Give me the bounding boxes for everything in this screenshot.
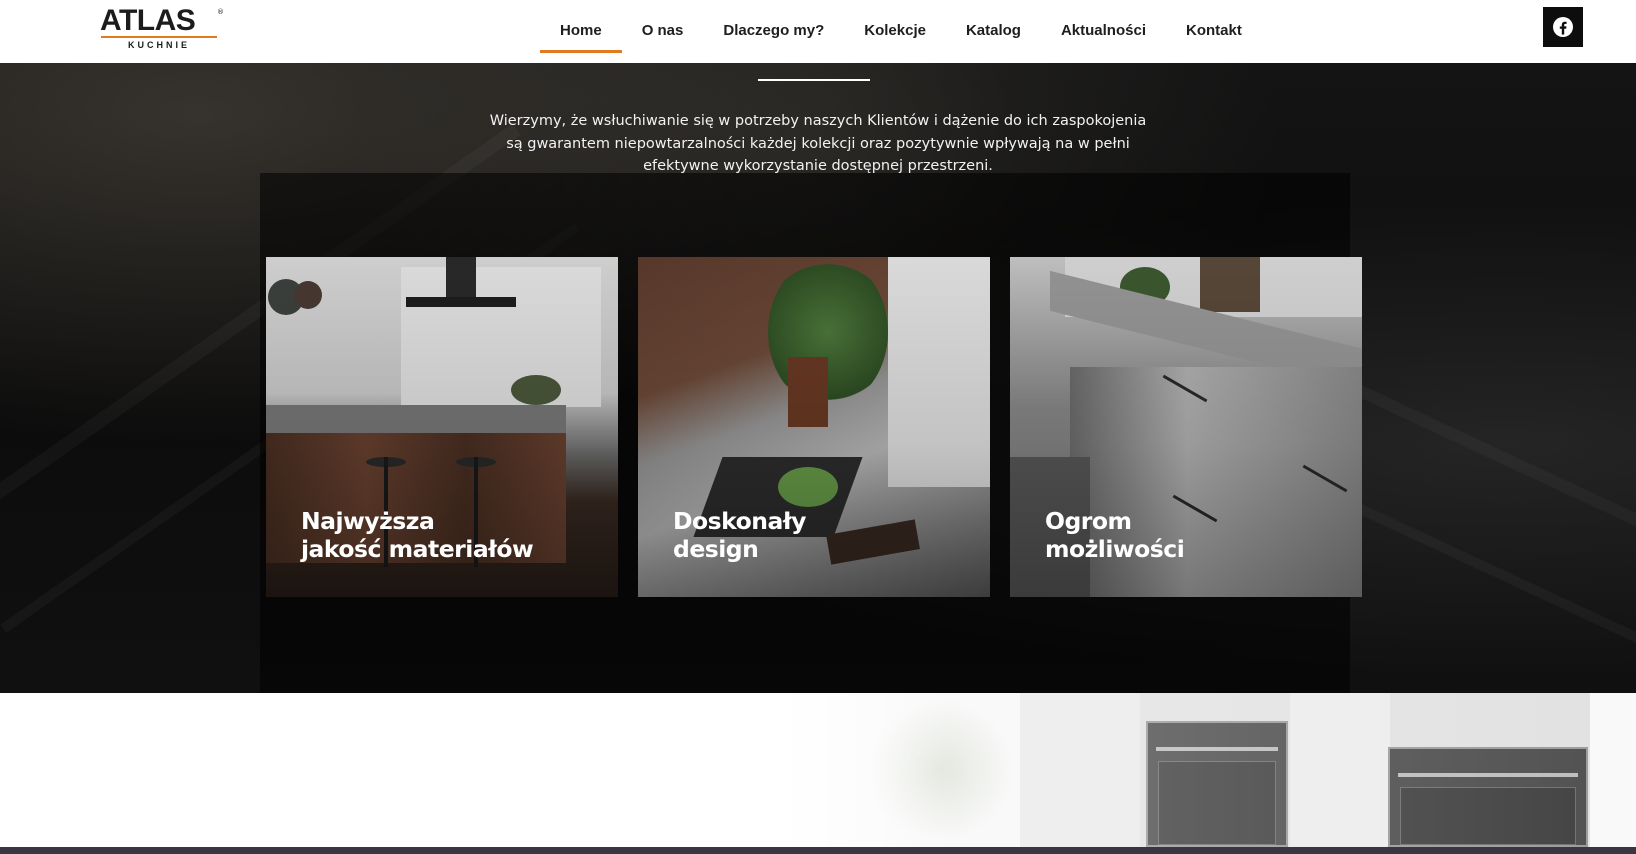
nav-item-o-nas[interactable]: O nas: [622, 0, 704, 60]
card-title-line: jakość materiałów: [301, 535, 534, 563]
feature-card-design[interactable]: Doskonały design: [638, 257, 990, 597]
feature-cards: Najwyższa jakość materiałów Doskonały de…: [266, 257, 1364, 597]
nav-item-katalog[interactable]: Katalog: [946, 0, 1041, 60]
main-nav: Home O nas Dlaczego my? Kolekcje Katalog…: [540, 0, 1262, 63]
hero-intro-text: Wierzymy, że wsłuchiwanie się w potrzeby…: [489, 113, 1147, 174]
hero-section: Wierzymy, że wsłuchiwanie się w potrzeby…: [0, 63, 1636, 693]
nav-item-aktualnosci[interactable]: Aktualności: [1041, 0, 1166, 60]
facebook-icon: [1553, 17, 1573, 37]
nav-item-kolekcje[interactable]: Kolekcje: [844, 0, 946, 60]
logo-accent-bar: [101, 36, 217, 38]
site-header: ATLAS ® KUCHNIE Home O nas Dlaczego my? …: [0, 0, 1636, 63]
nav-item-home[interactable]: Home: [540, 0, 622, 60]
appliances-section: [0, 693, 1636, 847]
card-title: Najwyższa jakość materiałów: [301, 507, 534, 563]
card-title: Doskonały design: [673, 507, 806, 563]
footer-strip: [0, 847, 1636, 854]
card-title: Ogrom możliwości: [1045, 507, 1185, 563]
logo-wordmark: ATLAS: [100, 4, 196, 37]
section-fade: [780, 693, 1636, 847]
nav-item-kontakt[interactable]: Kontakt: [1166, 0, 1262, 60]
card-title-line: design: [673, 535, 759, 563]
logo-registered-mark: ®: [217, 8, 224, 16]
feature-card-materials[interactable]: Najwyższa jakość materiałów: [266, 257, 618, 597]
card-title-line: możliwości: [1045, 535, 1185, 563]
card-title-line: Najwyższa: [301, 507, 435, 535]
facebook-button[interactable]: [1543, 7, 1583, 47]
nav-item-dlaczego-my[interactable]: Dlaczego my?: [703, 0, 844, 60]
logo-tagline: KUCHNIE: [127, 40, 190, 50]
atlas-kuchnie-logo[interactable]: ATLAS ® KUCHNIE: [100, 4, 224, 52]
card-title-line: Ogrom: [1045, 507, 1132, 535]
card-title-line: Doskonały: [673, 507, 806, 535]
hero-divider: [758, 79, 870, 81]
feature-card-possibilities[interactable]: Ogrom możliwości: [1010, 257, 1362, 597]
